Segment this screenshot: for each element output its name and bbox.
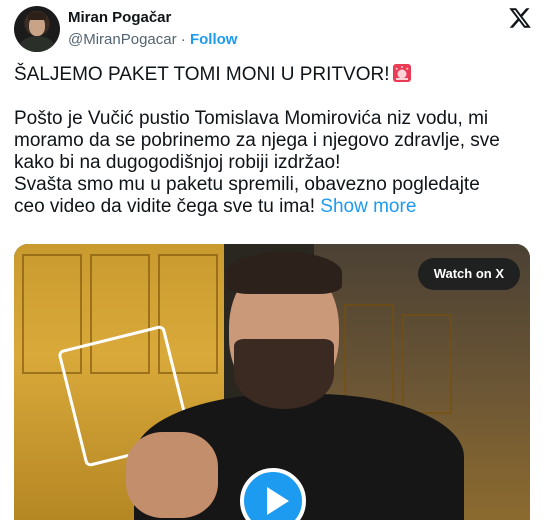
follow-button[interactable]: Follow — [190, 31, 238, 48]
rotating-light-icon — [392, 63, 412, 83]
play-icon — [267, 487, 289, 515]
show-more-link[interactable]: Show more — [320, 196, 416, 217]
tweet-card: Miran Pogačar @MiranPogacar · Follow ŠAL… — [0, 0, 552, 520]
person-hand — [126, 432, 218, 518]
tweet-header: Miran Pogačar @MiranPogacar · Follow — [14, 6, 538, 54]
tweet-line: kako bi na dugogodišnjoj robiji izdržao! — [14, 152, 341, 173]
tweet-line: Pošto je Vučić pustio Tomislava Momirovi… — [14, 108, 489, 129]
handle-separator: · — [176, 31, 190, 48]
avatar[interactable] — [14, 6, 60, 52]
locker-panel — [344, 304, 394, 404]
author-name[interactable]: Miran Pogačar — [68, 9, 171, 26]
tweet-line: moramo da se pobrinemo za njega i njegov… — [14, 130, 500, 151]
tweet-text: ŠALJEMO PAKET TOMI MONI U PRITVOR! Pošto… — [14, 63, 534, 218]
tweet-headline-line: ŠALJEMO PAKET TOMI MONI U PRITVOR! — [14, 63, 534, 86]
locker-panel — [402, 314, 452, 414]
tweet-headline: ŠALJEMO PAKET TOMI MONI U PRITVOR! — [14, 64, 390, 85]
watch-on-x-button[interactable]: Watch on X — [417, 258, 520, 290]
tweet-line: ceo video da vidite čega sve tu ima! — [14, 196, 316, 217]
video-player[interactable]: Watch on X — [14, 244, 530, 520]
person-hair — [226, 252, 342, 294]
tweet-line: Svašta smo mu u paketu spremili, obavezn… — [14, 174, 480, 195]
author-handle[interactable]: @MiranPogacar — [68, 31, 177, 48]
person-beard — [234, 339, 334, 409]
tweet-last-line: ceo video da vidite čega sve tu ima! Sho… — [14, 196, 534, 218]
x-logo-icon[interactable] — [508, 6, 532, 30]
author-handle-line: @MiranPogacar · Follow — [68, 31, 237, 48]
